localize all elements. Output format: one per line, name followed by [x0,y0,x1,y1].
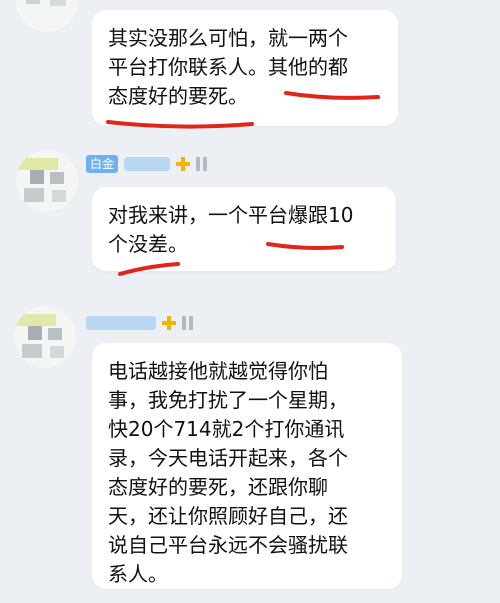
message-text-line: 录，今天电话开起来，各个 [108,446,348,470]
signal-icon [182,316,193,330]
level-icon [176,157,191,171]
message-bubble[interactable]: 对我来讲，一个平台爆跟10 个没差。 [92,187,396,271]
sender-avatar[interactable] [16,150,78,212]
rank-badge: 白金 [86,155,119,173]
sender-nickname [86,312,193,334]
message-bubble[interactable]: 其实没那么可怕，就一两个 平台打你联系人。其他的都 态度好的要死。 [92,10,398,126]
sender-nickname: 白金 [86,153,208,175]
blurred-name [124,157,171,171]
level-icon [162,316,176,330]
message-text-line: 系人。 [108,562,168,586]
message-text-line: 快20个714就2个打你通讯 [108,417,345,441]
message-text-line: 态度好的要死，还跟你聊 [108,475,328,499]
sender-avatar[interactable] [14,306,76,368]
message-text-line: 事，我免打扰了一个星期， [108,388,348,412]
signal-icon [196,157,208,171]
message-bubble[interactable]: 电话越接他就越觉得你怕 事，我免打扰了一个星期， 快20个714就2个打你通讯 … [92,343,402,589]
message-text-line: 说自己平台永远不会骚扰联 [108,533,348,557]
sender-avatar[interactable] [16,0,78,32]
message-text-line: 态度好的要死。 [108,84,248,108]
message-text-line: 对我来讲，一个平台爆跟10 [108,203,354,227]
message-text-line: 天，还让你照顾好自己，还 [108,504,348,528]
message-text-line: 其实没那么可怕，就一两个 [108,26,348,50]
blurred-name [86,316,156,330]
message-text-line: 电话越接他就越觉得你怕 [108,359,328,383]
message-text-line: 平台打你联系人。其他的都 [108,55,348,79]
message-text-line: 个没差。 [108,232,188,256]
